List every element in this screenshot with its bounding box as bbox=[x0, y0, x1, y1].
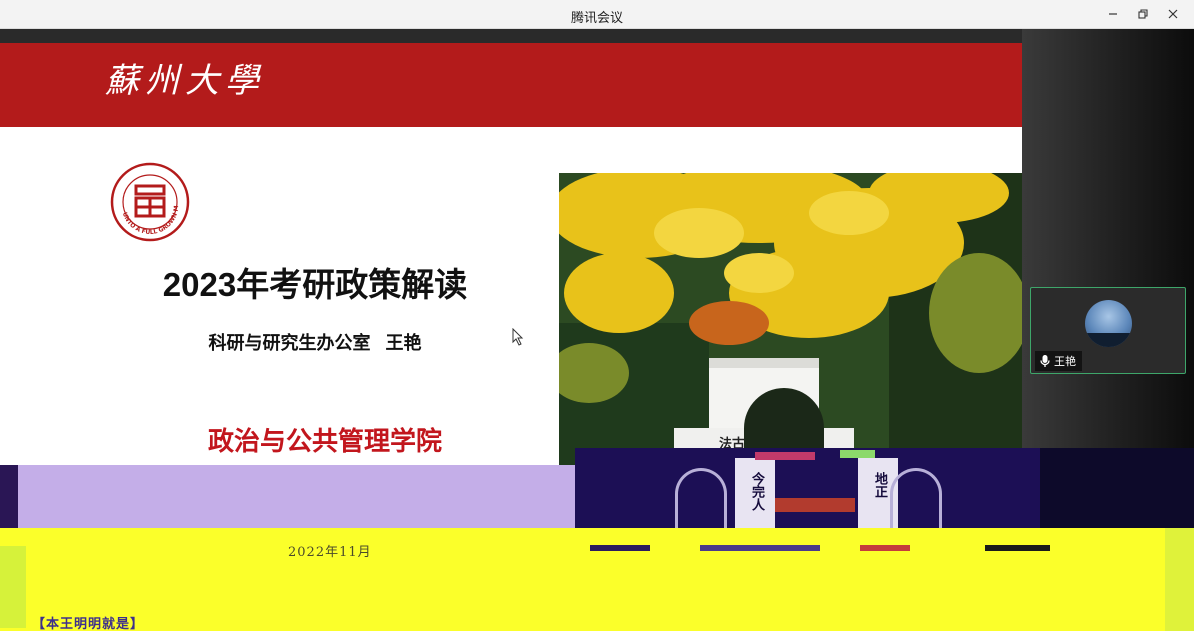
glitch-strip bbox=[590, 545, 650, 551]
participant-panel bbox=[1022, 29, 1194, 465]
glitch-block-lime-right bbox=[1165, 528, 1194, 631]
shared-screen[interactable]: 蘇州大學 UNTO A FULL GROWN MAN 2023年考研政策解读 科… bbox=[0, 29, 1022, 465]
glitch-bottom-fragment: 【本王明明就是】 bbox=[32, 617, 145, 631]
slide-title: 2023年考研政策解读 bbox=[162, 266, 468, 303]
participant-video-tile[interactable]: 王艳 bbox=[1030, 287, 1186, 374]
university-logo: 蘇州大學 bbox=[105, 61, 265, 101]
slide-school-name: 政治与公共管理学院 bbox=[207, 426, 442, 456]
slide-presenter: 科研与研究生办公室 王艳 bbox=[208, 333, 422, 353]
restore-icon bbox=[1138, 9, 1148, 19]
close-button[interactable] bbox=[1162, 4, 1184, 24]
university-seal-icon: UNTO A FULL GROWN MAN bbox=[110, 162, 190, 242]
glitch-block-right bbox=[1040, 448, 1194, 528]
close-icon bbox=[1168, 9, 1178, 19]
glitch-date-fragment: 2022年11月 bbox=[288, 545, 372, 560]
minimize-button[interactable] bbox=[1102, 4, 1124, 24]
campus-gate-photo: 法古 bbox=[559, 173, 1022, 465]
glitch-inscription-right: 地正 bbox=[872, 472, 887, 498]
minimize-icon bbox=[1109, 13, 1117, 15]
participant-name: 王艳 bbox=[1054, 355, 1076, 368]
participant-namebar: 王艳 bbox=[1035, 351, 1082, 371]
window-title: 腾讯会议 bbox=[570, 11, 623, 26]
glitch-block-lime bbox=[0, 546, 26, 628]
glitch-noise bbox=[840, 450, 875, 458]
glitch-strip bbox=[700, 545, 820, 551]
glitch-block-yellow bbox=[0, 528, 1194, 631]
glitch-inscription-left: 今完人 bbox=[749, 472, 764, 511]
microphone-icon bbox=[1040, 355, 1050, 367]
glitch-strip bbox=[860, 545, 910, 551]
restore-button[interactable] bbox=[1132, 4, 1154, 24]
window-titlebar: 腾讯会议 bbox=[0, 0, 1194, 29]
glitch-noise bbox=[775, 498, 855, 512]
participant-avatar bbox=[1085, 300, 1132, 347]
window-controls bbox=[1102, 4, 1184, 24]
glitch-noise bbox=[755, 452, 815, 460]
glitch-strip bbox=[985, 545, 1050, 551]
slide-top-strip bbox=[0, 29, 1022, 43]
mouse-cursor-icon bbox=[512, 328, 524, 346]
